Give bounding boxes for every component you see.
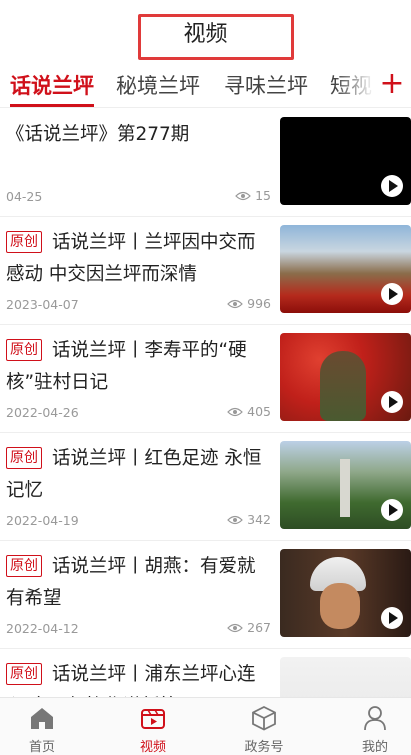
tab-xunwei-lanping[interactable]: 寻味兰坪 (224, 70, 308, 100)
view-count-value: 342 (247, 512, 271, 527)
nav-home[interactable]: 首页 (2, 704, 82, 755)
view-count: 342 (227, 512, 271, 527)
video-title-wrap: 原创 话说兰坪丨胡燕：有爱就有希望 (6, 551, 268, 615)
eye-icon (235, 191, 251, 200)
thumbnail-figure (320, 583, 360, 629)
eye-icon (227, 515, 243, 524)
video-date: 2023-04-07 (6, 297, 79, 312)
thumbnail-figure (320, 351, 366, 421)
list-item[interactable]: 原创 话说兰坪丨李寿平的“硬核”驻村日记 2022-04-26 405 (0, 325, 411, 433)
view-count-value: 996 (247, 296, 271, 311)
eye-icon (227, 623, 243, 632)
video-thumbnail[interactable] (280, 117, 411, 205)
title-highlight-box (138, 14, 294, 60)
category-tabs: 话说兰坪 秘境兰坪 寻味兰坪 短视 + (0, 64, 411, 108)
tab-huashuo-lanping[interactable]: 话说兰坪 (10, 70, 94, 100)
list-item[interactable]: 原创 话说兰坪丨红色足迹 永恒记忆 2022-04-19 342 (0, 433, 411, 541)
nav-video-label: 视频 (139, 740, 166, 755)
video-thumbnail[interactable] (280, 441, 411, 529)
play-icon (381, 391, 403, 413)
original-badge: 原创 (6, 339, 42, 361)
view-count-value: 405 (247, 404, 271, 419)
list-item[interactable]: 原创 话说兰坪丨兰坪因中交而感动 中交因兰坪而深情 2023-04-07 996 (0, 217, 411, 325)
video-title-wrap: 原创 话说兰坪丨红色足迹 永恒记忆 (6, 443, 268, 507)
video-icon (141, 709, 165, 729)
bottom-nav: 首页 视频 政务号 我的 (0, 697, 411, 755)
original-badge: 原创 (6, 663, 42, 685)
video-title: 话说兰坪丨胡燕：有爱就有希望 (6, 556, 256, 609)
view-count-value: 267 (247, 620, 271, 635)
video-title: 话说兰坪丨李寿平的“硬核”驻村日记 (6, 340, 247, 393)
add-tab-button[interactable]: + (373, 64, 411, 106)
video-thumbnail[interactable] (280, 549, 411, 637)
play-icon (381, 607, 403, 629)
tab-fade (335, 64, 375, 106)
thumbnail-monument (340, 459, 350, 517)
list-item[interactable]: 原创 话说兰坪丨胡燕：有爱就有希望 2022-04-12 267 (0, 541, 411, 649)
view-count: 267 (227, 620, 271, 635)
home-icon (31, 708, 53, 729)
nav-gov[interactable]: 政务号 (224, 704, 304, 755)
view-count: 405 (227, 404, 271, 419)
video-thumbnail[interactable] (280, 333, 411, 421)
play-icon (381, 283, 403, 305)
video-date: 2022-04-19 (6, 513, 79, 528)
view-count: 996 (227, 296, 271, 311)
eye-icon (227, 299, 243, 308)
play-icon (381, 499, 403, 521)
original-badge: 原创 (6, 555, 42, 577)
nav-gov-label: 政务号 (244, 740, 284, 755)
video-list: 《话说兰坪》第277期 04-25 15 原创 话说兰坪丨兰坪因中交而感动 中交因… (0, 109, 411, 755)
video-date: 04-25 (6, 189, 43, 204)
view-count-value: 15 (255, 188, 271, 203)
video-title-wrap: 原创 话说兰坪丨李寿平的“硬核”驻村日记 (6, 335, 268, 399)
nav-mine-label: 我的 (361, 740, 388, 755)
play-icon (381, 175, 403, 197)
video-title: 《话说兰坪》第277期 (6, 124, 190, 145)
list-item[interactable]: 《话说兰坪》第277期 04-25 15 (0, 109, 411, 217)
eye-icon (227, 407, 243, 416)
nav-video[interactable]: 视频 (113, 704, 193, 755)
original-badge: 原创 (6, 447, 42, 469)
video-title: 话说兰坪丨红色足迹 永恒记忆 (6, 448, 262, 501)
video-title-wrap: 原创 话说兰坪丨兰坪因中交而感动 中交因兰坪而深情 (6, 227, 268, 291)
nav-mine[interactable]: 我的 (335, 704, 411, 755)
video-thumbnail[interactable] (280, 225, 411, 313)
video-title: 话说兰坪丨兰坪因中交而感动 中交因兰坪而深情 (6, 232, 256, 285)
user-icon (364, 706, 386, 731)
video-date: 2022-04-12 (6, 621, 79, 636)
active-tab-indicator (10, 104, 94, 107)
original-badge: 原创 (6, 231, 42, 253)
tab-mijing-lanping[interactable]: 秘境兰坪 (116, 70, 200, 100)
nav-home-label: 首页 (28, 740, 55, 755)
video-date: 2022-04-26 (6, 405, 79, 420)
cube-icon (252, 705, 276, 731)
header: 视频 (0, 0, 411, 64)
view-count: 15 (235, 188, 271, 203)
